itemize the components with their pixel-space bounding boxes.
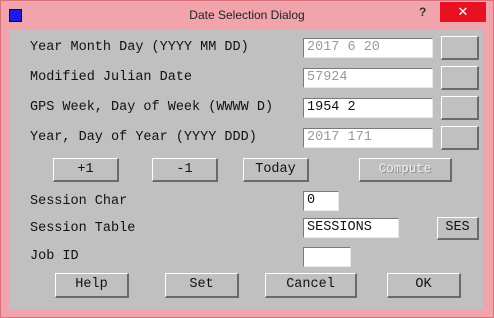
today-button[interactable]: Today (243, 158, 309, 182)
cancel-button[interactable]: Cancel (265, 273, 357, 298)
year-doy-label: Year, Day of Year (YYYY DDD) (30, 130, 257, 145)
help-button[interactable]: Help (55, 273, 129, 298)
title-bar[interactable]: Date Selection Dialog ? ✕ (1, 1, 493, 29)
session-char-field[interactable]: 0 (303, 191, 339, 211)
gps-week-field[interactable]: 1954 2 (303, 98, 433, 118)
plus-one-button[interactable]: +1 (53, 158, 119, 182)
mjd-pick-button[interactable] (441, 66, 479, 90)
mjd-field[interactable]: 57924 (303, 68, 433, 88)
mjd-label: Modified Julian Date (30, 70, 193, 85)
set-button[interactable]: Set (165, 273, 239, 298)
year-doy-field[interactable]: 2017 171 (303, 128, 433, 148)
ymd-field[interactable]: 2017 6 20 (303, 38, 433, 58)
ok-button[interactable]: OK (387, 273, 461, 298)
gps-week-pick-button[interactable] (441, 96, 479, 120)
ymd-pick-button[interactable] (441, 36, 479, 60)
session-table-button[interactable]: SES (437, 217, 479, 240)
close-icon[interactable]: ✕ (440, 2, 486, 22)
help-icon[interactable]: ? (419, 5, 426, 19)
job-id-field[interactable] (303, 247, 351, 267)
job-id-label: Job ID (30, 249, 79, 264)
session-table-field[interactable]: SESSIONS (303, 218, 399, 238)
year-doy-pick-button[interactable] (441, 126, 479, 150)
compute-button[interactable]: Compute (359, 158, 452, 182)
ymd-label: Year Month Day (YYYY MM DD) (30, 40, 249, 55)
gps-week-label: GPS Week, Day of Week (WWWW D) (30, 100, 274, 115)
minus-one-button[interactable]: -1 (152, 158, 218, 182)
dialog-window: Date Selection Dialog ? ✕ Year Month Day… (0, 0, 494, 318)
session-char-label: Session Char (30, 194, 128, 209)
dialog-body: Year Month Day (YYYY MM DD) 2017 6 20 Mo… (9, 30, 483, 309)
session-table-label: Session Table (30, 221, 136, 236)
